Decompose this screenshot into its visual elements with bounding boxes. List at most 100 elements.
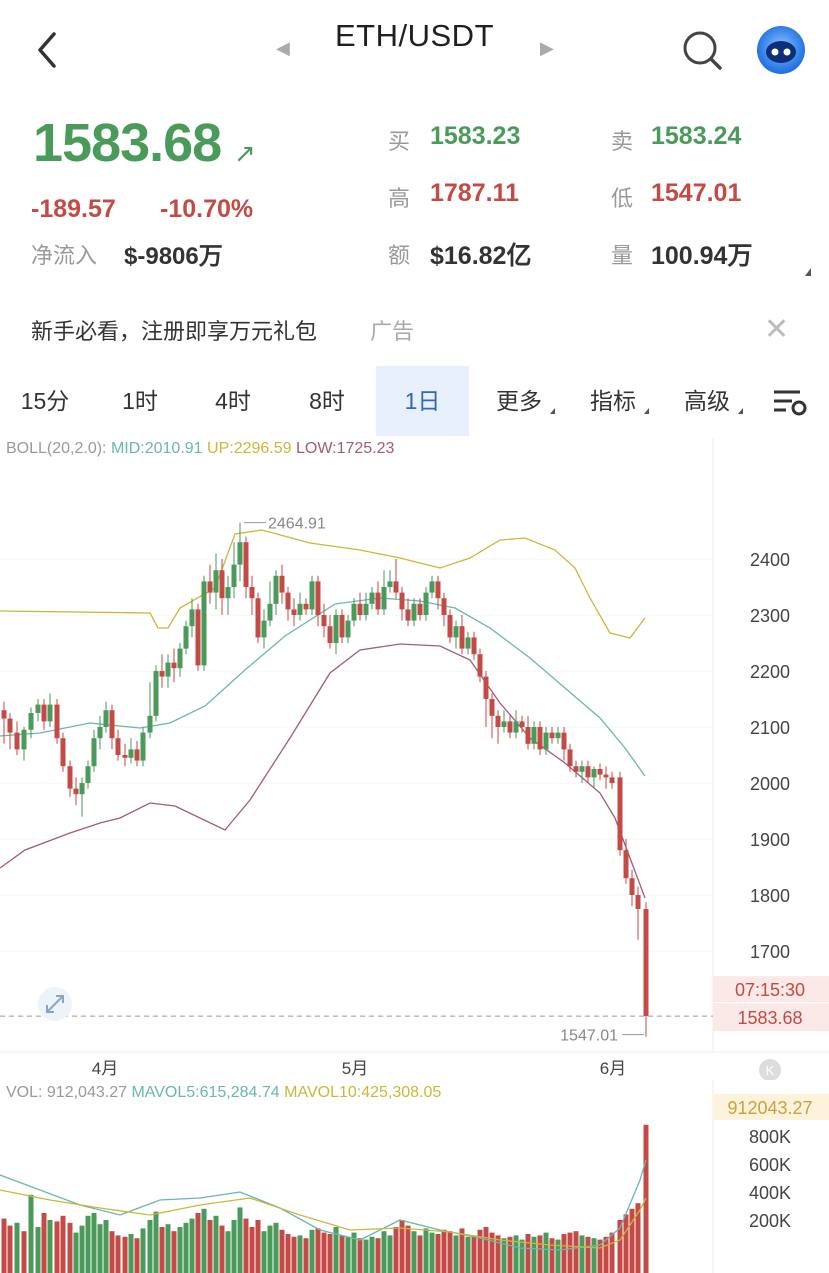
candle <box>393 559 399 599</box>
candle <box>147 682 153 739</box>
candle <box>423 587 429 621</box>
next-pair-button[interactable]: ▶ <box>540 38 554 59</box>
candle <box>441 592 447 627</box>
max-marker-label: 2464.91 <box>268 516 326 533</box>
candle <box>171 648 177 683</box>
volume-value: 100.94万 <box>651 242 753 270</box>
countdown-label: 07:15:30 <box>735 980 805 1000</box>
netflow-value: $-9806万 <box>124 243 223 270</box>
volume-bar <box>381 1231 387 1273</box>
price-change-percent: -10.70% <box>160 195 254 223</box>
candle <box>321 603 327 638</box>
candle <box>315 575 321 627</box>
candle <box>483 671 489 727</box>
volume-bar <box>231 1220 237 1273</box>
volume-bar <box>345 1236 351 1273</box>
volume-bar <box>219 1225 225 1273</box>
candle <box>249 575 255 615</box>
tab-1h[interactable]: 1时 <box>95 366 185 436</box>
avatar[interactable] <box>757 26 805 74</box>
tab-1d[interactable]: 1日 <box>376 366 469 436</box>
candle <box>47 693 53 727</box>
volume-bar <box>387 1235 393 1273</box>
volume-bar <box>73 1232 79 1273</box>
volume-bar <box>573 1231 579 1273</box>
candle <box>357 592 363 621</box>
tab-more[interactable]: 更多 <box>478 366 560 436</box>
candle <box>603 766 609 789</box>
volume-bar <box>267 1225 273 1273</box>
x-month-label: 5月 <box>342 1059 368 1078</box>
volume-bar <box>35 1227 41 1273</box>
high-label: 高 <box>388 186 411 211</box>
volume-bar <box>103 1220 109 1273</box>
candle <box>177 643 183 677</box>
volume-bar <box>585 1236 591 1273</box>
volume-bar <box>165 1224 171 1273</box>
volume-bar <box>519 1239 525 1273</box>
tab-8h[interactable]: 8时 <box>282 366 372 436</box>
chart-settings-icon <box>774 390 807 416</box>
tab-label: 8时 <box>309 388 345 414</box>
candle <box>134 741 140 767</box>
volume-bar <box>417 1235 423 1273</box>
tab-15m[interactable]: 15分 <box>0 366 90 436</box>
volume-bar <box>321 1232 327 1273</box>
candle <box>85 760 91 789</box>
x-month-label: 6月 <box>600 1059 626 1078</box>
volume-bar <box>201 1208 207 1273</box>
candle <box>327 615 333 649</box>
y-tick-label: 2100 <box>750 718 790 738</box>
tab-advanced[interactable]: 高级 <box>666 366 748 436</box>
volume-bar <box>159 1227 165 1273</box>
expand-chart-icon[interactable] <box>38 987 72 1021</box>
candle <box>495 710 501 744</box>
volume-bar <box>1 1218 7 1273</box>
robot-avatar-icon <box>766 41 796 63</box>
volume-bar <box>225 1231 231 1273</box>
search-button[interactable] <box>680 28 724 72</box>
volume-bar <box>405 1225 411 1273</box>
candle <box>567 743 573 772</box>
candle <box>35 699 41 722</box>
candle <box>643 902 649 1037</box>
candle <box>549 727 555 744</box>
volume-bar <box>555 1239 561 1273</box>
volume-bar <box>549 1238 555 1273</box>
ad-close-icon[interactable]: ✕ <box>764 312 789 347</box>
volume-bar <box>441 1229 447 1273</box>
volume-label: 量 <box>611 243 634 268</box>
price-change: -189.57 <box>31 195 116 223</box>
candle <box>623 839 629 884</box>
tab-label: 指标 <box>590 388 636 414</box>
volume-bar <box>171 1231 177 1273</box>
volume-bar <box>21 1231 27 1273</box>
volume-bar <box>115 1235 121 1273</box>
tab-label: 15分 <box>20 388 70 414</box>
dropdown-corner-icon <box>644 408 649 414</box>
candle <box>369 587 375 610</box>
candle <box>60 732 66 772</box>
tab-indicators[interactable]: 指标 <box>572 366 654 436</box>
tab-4h[interactable]: 4时 <box>188 366 278 436</box>
volume-bar <box>579 1235 585 1273</box>
candle <box>207 564 213 604</box>
volume-bar <box>7 1225 13 1273</box>
candle <box>537 721 543 755</box>
low-label: 低 <box>611 186 634 211</box>
volume-bar <box>369 1236 375 1273</box>
volume-chart[interactable]: 800K 600K 400K 200K 912043.27 <box>0 1080 829 1273</box>
expand-stats-icon[interactable] <box>805 268 811 276</box>
candlestick-chart[interactable]: 2464.91 1547.01 2400 2300 2200 2100 2000 1900 1… <box>0 438 829 1080</box>
candle <box>465 631 471 655</box>
candle <box>501 710 507 733</box>
candle <box>128 738 134 764</box>
volume-bar <box>423 1228 429 1273</box>
volume-bar <box>303 1238 309 1273</box>
candle <box>429 575 435 599</box>
ad-text[interactable]: 新手必看，注册即享万元礼包 <box>31 314 317 346</box>
volume-bar <box>128 1234 134 1273</box>
last-price: 1583.68 <box>33 113 222 173</box>
hide-chart-icon[interactable]: K <box>759 1059 781 1080</box>
chart-settings-button[interactable] <box>770 386 810 418</box>
